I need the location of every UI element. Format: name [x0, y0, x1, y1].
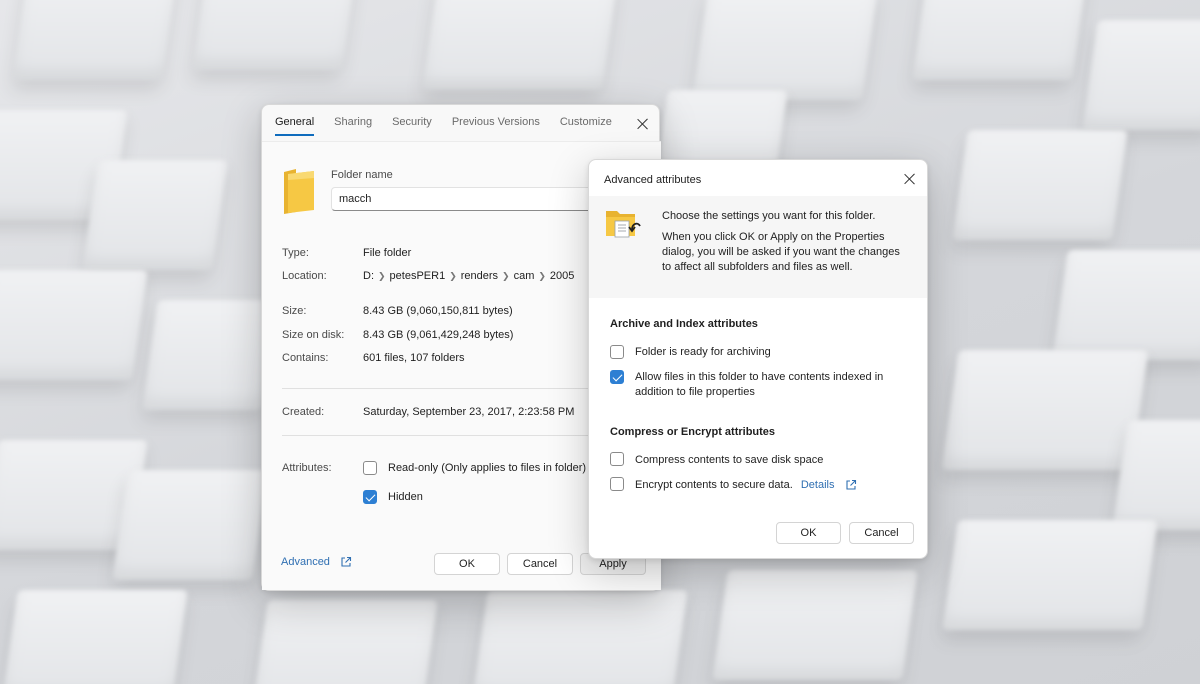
archive-option-label: Folder is ready for archiving [635, 346, 771, 358]
attributes-label: Attributes: [282, 462, 332, 474]
advanced-link-row: Advanced [281, 556, 352, 568]
compress-option-label: Compress contents to save disk space [635, 454, 824, 466]
encrypt-option-row: Encrypt contents to secure data. Details [635, 478, 857, 493]
folder-settings-icon [606, 211, 641, 238]
hidden-label: Hidden [388, 491, 423, 503]
tab-general[interactable]: General [275, 116, 315, 136]
chevron-right-icon: ❯ [502, 271, 510, 281]
description-line-2: dialog, you will be asked if you want th… [662, 246, 900, 258]
chevron-right-icon: ❯ [378, 271, 386, 281]
archive-section-heading: Archive and Index attributes [610, 318, 758, 330]
ok-button[interactable]: OK [434, 553, 500, 575]
folder-icon [284, 169, 314, 214]
hidden-checkbox[interactable] [363, 490, 377, 504]
compress-checkbox[interactable] [610, 452, 624, 466]
tab-security[interactable]: Security [392, 116, 432, 136]
location-label: Location: [282, 270, 327, 282]
description-line-1: When you click OK or Apply on the Proper… [662, 231, 885, 243]
size-value: 8.43 GB (9,060,150,811 bytes) [363, 305, 513, 317]
location-breadcrumb: D: ❯ petesPER1 ❯ renders ❯ cam ❯ 2005 [363, 270, 574, 282]
readonly-checkbox[interactable] [363, 461, 377, 475]
cancel-button[interactable]: Cancel [507, 553, 573, 575]
folder-name-label: Folder name [331, 169, 393, 181]
details-link[interactable]: Details [801, 479, 835, 491]
encrypt-checkbox[interactable] [610, 477, 624, 491]
divider [282, 435, 592, 436]
size-on-disk-value: 8.43 GB (9,061,429,248 bytes) [363, 329, 514, 341]
description-line-3: to affect all subfolders and files as we… [662, 261, 853, 273]
created-label: Created: [282, 406, 325, 418]
cancel-button[interactable]: Cancel [849, 522, 914, 544]
type-label: Type: [282, 247, 309, 259]
breadcrumb-segment[interactable]: cam [514, 270, 535, 282]
breadcrumb-segment[interactable]: renders [461, 270, 498, 282]
index-option-line-2: addition to file properties [635, 386, 755, 398]
readonly-label: Read-only (Only applies to files in fold… [388, 462, 587, 474]
index-checkbox[interactable] [610, 370, 624, 384]
chevron-right-icon: ❯ [538, 271, 546, 281]
dialog-title: Advanced attributes [604, 174, 702, 186]
compress-section-heading: Compress or Encrypt attributes [610, 426, 776, 438]
close-icon[interactable] [901, 170, 919, 188]
tab-sharing[interactable]: Sharing [334, 116, 372, 136]
size-label: Size: [282, 305, 307, 317]
tab-customize[interactable]: Customize [560, 116, 612, 136]
encrypt-option-label: Encrypt contents to secure data. [635, 479, 793, 491]
chevron-right-icon: ❯ [449, 271, 457, 281]
close-icon[interactable] [634, 115, 652, 133]
size-on-disk-label: Size on disk: [282, 329, 345, 341]
intro-area: Choose the settings you want for this fo… [589, 196, 927, 298]
breadcrumb-segment[interactable]: petesPER1 [390, 270, 446, 282]
advanced-link[interactable]: Advanced [281, 556, 330, 568]
archive-checkbox[interactable] [610, 345, 624, 359]
contains-label: Contains: [282, 352, 329, 364]
ok-button[interactable]: OK [776, 522, 841, 544]
breadcrumb-segment[interactable]: 2005 [550, 270, 574, 282]
type-value: File folder [363, 247, 412, 259]
external-link-icon[interactable] [340, 556, 352, 568]
index-option-line-1: Allow files in this folder to have conte… [635, 371, 884, 383]
breadcrumb-segment[interactable]: D: [363, 270, 374, 282]
created-value: Saturday, September 23, 2017, 2:23:58 PM [363, 406, 575, 418]
advanced-attributes-dialog: Advanced attributes Choose the settings … [588, 159, 928, 559]
tab-previous-versions[interactable]: Previous Versions [452, 116, 540, 136]
tab-bar: General Sharing Security Previous Versio… [275, 116, 632, 136]
divider [282, 388, 592, 389]
intro-text: Choose the settings you want for this fo… [662, 210, 876, 222]
contains-value: 601 files, 107 folders [363, 352, 465, 364]
folder-name-input[interactable] [331, 187, 593, 211]
external-link-icon[interactable] [845, 479, 857, 491]
